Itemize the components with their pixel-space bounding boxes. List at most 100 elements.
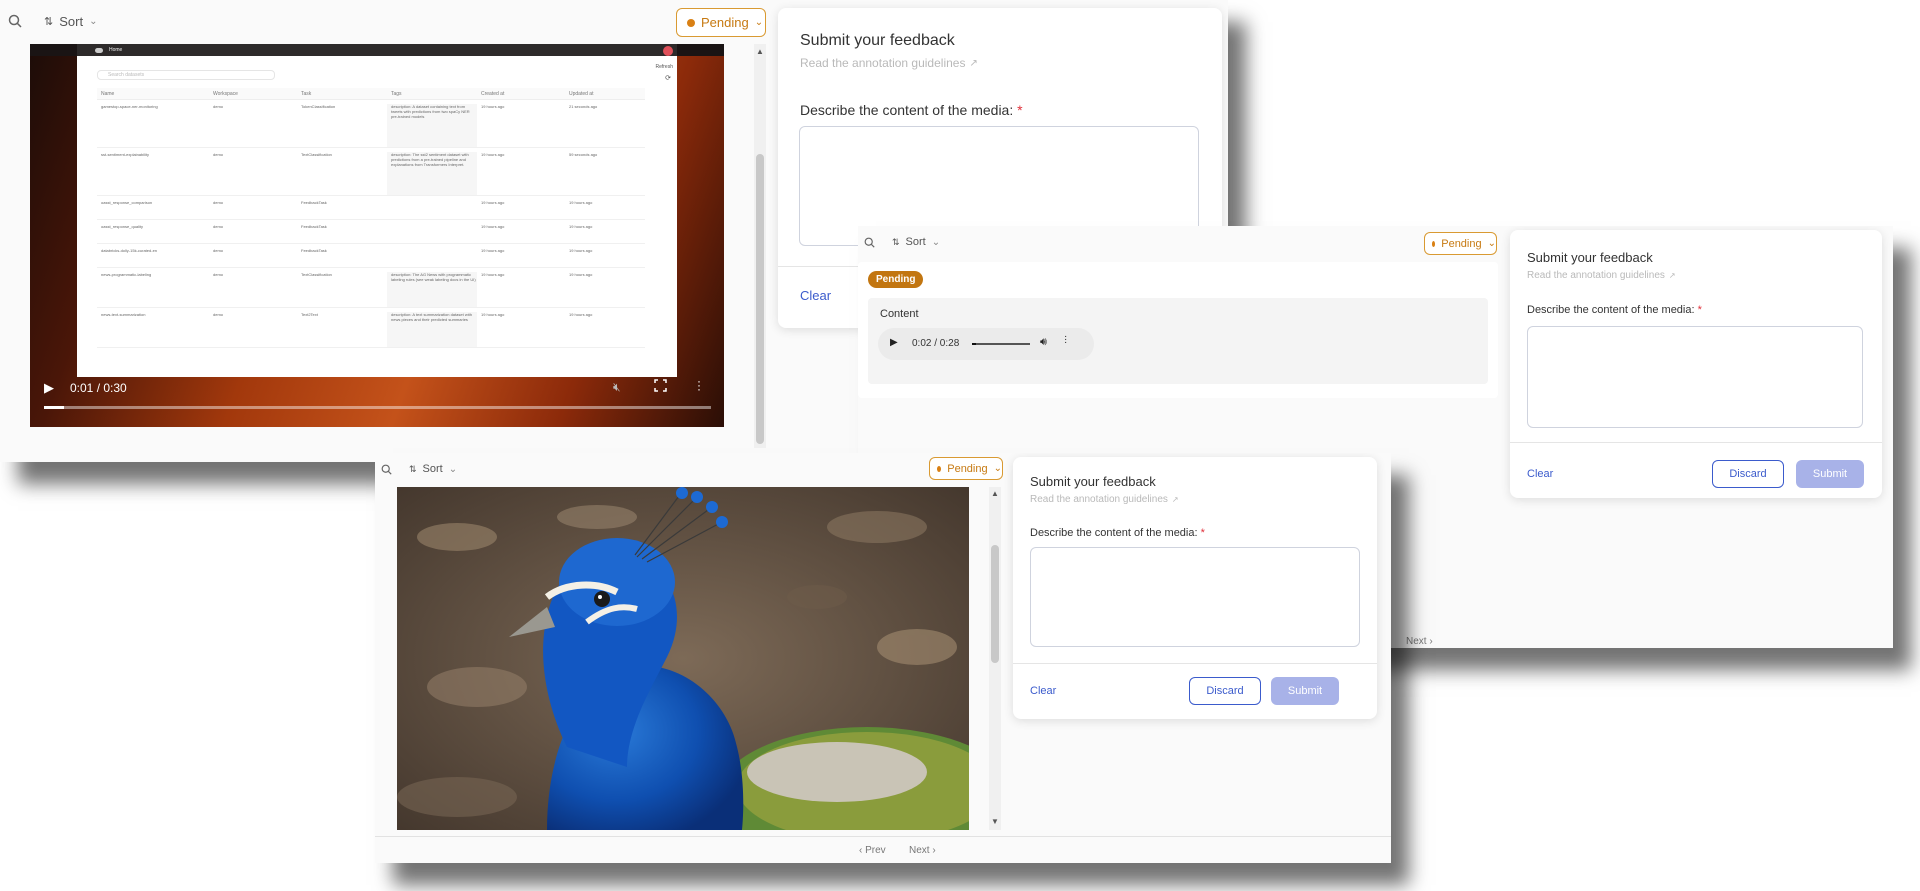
inner-avatar bbox=[663, 46, 673, 56]
inner-table-cell: 59 seconds ago bbox=[569, 152, 598, 157]
inner-table-cell: FeedbackTask bbox=[301, 200, 327, 205]
screenshot-image-record: ⇅ Sort ⌄ Pending ⌄ ▲ ▼ ‹ Prev Next › Sub… bbox=[375, 453, 1391, 863]
inner-table-row: news-text-summarization demo Text2Text desc… bbox=[97, 308, 645, 348]
inner-table-cell: 19 hours ago bbox=[481, 152, 505, 157]
clear-button[interactable]: Clear bbox=[800, 288, 831, 303]
feedback-form-card: Submit your feedback Read the annotation… bbox=[1510, 230, 1882, 498]
scroll-up-arrow[interactable]: ▲ bbox=[991, 489, 999, 498]
status-filter-pending[interactable]: Pending ⌄ bbox=[1424, 232, 1497, 255]
guidelines-link[interactable]: Read the annotation guidelines ↗ bbox=[1030, 494, 1179, 505]
video-progress-track[interactable] bbox=[44, 406, 711, 409]
record-card: Pending Content ▶ 0:02 / 0:28 🔊︎ · · · bbox=[858, 262, 1498, 398]
volume-icon[interactable]: 🔊︎ bbox=[1040, 336, 1047, 349]
inner-column-header: Workspace bbox=[213, 91, 238, 97]
submit-button[interactable]: Submit bbox=[1796, 460, 1864, 488]
status-filter-pending[interactable]: Pending ⌄ bbox=[929, 457, 1003, 480]
chevron-down-icon: ⌄ bbox=[993, 463, 1002, 474]
pending-dot-icon bbox=[937, 465, 942, 472]
inner-table-cell: demo bbox=[213, 104, 224, 109]
more-options-icon[interactable]: · · · bbox=[697, 375, 701, 395]
inner-table-cell: description: The AG News with programmat… bbox=[387, 272, 477, 307]
inner-table-cell: gamestop-space-ner-monitoring bbox=[101, 104, 158, 109]
fullscreen-icon[interactable] bbox=[654, 379, 667, 392]
inner-table-cell: news-programmatic-labeling bbox=[101, 272, 152, 277]
inner-app-header: Home bbox=[77, 44, 677, 56]
inner-table-cell: TokenClassification bbox=[301, 104, 336, 109]
inner-table: Name Workspace Task Tags Created at Updated a… bbox=[97, 88, 645, 348]
content-label: Content bbox=[880, 308, 919, 320]
clear-button[interactable]: Clear bbox=[1527, 468, 1553, 480]
more-options-icon[interactable]: · · · bbox=[1064, 332, 1067, 348]
inner-table-cell: FeedbackTask bbox=[301, 248, 327, 253]
inner-table-cell: demo bbox=[213, 248, 224, 253]
sort-button[interactable]: ⇅ Sort ⌄ bbox=[892, 236, 940, 248]
submit-button[interactable]: Submit bbox=[1271, 677, 1339, 705]
video-player[interactable]: Home Search datasets Refresh ⟳ Name Works… bbox=[30, 44, 724, 427]
inner-table-row: oasst_response_quality demo FeedbackTask 19… bbox=[97, 220, 645, 244]
search-icon[interactable] bbox=[864, 237, 875, 248]
inner-table-cell: TextClassification bbox=[301, 272, 332, 277]
media-description-textarea[interactable] bbox=[1030, 547, 1360, 647]
form-footer bbox=[1013, 663, 1377, 664]
sort-button[interactable]: ⇅ Sort ⌄ bbox=[44, 14, 97, 29]
inner-table-cell: description: A text summarization datase… bbox=[387, 312, 477, 347]
chevron-down-icon: ⌄ bbox=[89, 16, 98, 27]
inner-column-header: Task bbox=[301, 91, 312, 97]
record-scrollbar[interactable]: ▲ bbox=[754, 44, 766, 448]
status-filter-pending[interactable]: Pending ⌄ bbox=[676, 8, 766, 37]
search-icon[interactable] bbox=[8, 14, 22, 28]
chevron-down-icon: ⌄ bbox=[931, 236, 941, 248]
status-badge: Pending bbox=[868, 271, 924, 288]
audio-progress-track[interactable] bbox=[972, 343, 1030, 345]
media-description-textarea[interactable] bbox=[1527, 326, 1863, 428]
pagination-bar: ‹ Prev Next › bbox=[375, 836, 1391, 863]
inner-table-cell: oasst_response_comparison bbox=[101, 200, 153, 205]
peacock-image bbox=[397, 487, 969, 830]
inner-table-cell: demo bbox=[213, 272, 224, 277]
guidelines-link[interactable]: Read the annotation guidelines ↗ bbox=[1527, 270, 1676, 281]
inner-table-cell: TextClassification bbox=[301, 152, 332, 157]
form-title: Submit your feedback bbox=[1030, 474, 1156, 489]
inner-table-cell: 19 hours ago bbox=[481, 200, 505, 205]
clear-button[interactable]: Clear bbox=[1030, 685, 1056, 697]
prev-button[interactable]: ‹ Prev bbox=[859, 845, 886, 856]
discard-button[interactable]: Discard bbox=[1189, 677, 1261, 705]
form-title: Submit your feedback bbox=[800, 32, 955, 49]
inner-table-cell: demo bbox=[213, 224, 224, 229]
scroll-thumb[interactable] bbox=[756, 154, 764, 444]
inner-table-cell: 19 hours ago bbox=[569, 200, 593, 205]
inner-column-header: Tags bbox=[391, 91, 402, 97]
inner-table-cell: FeedbackTask bbox=[301, 224, 327, 229]
audio-player[interactable]: ▶ 0:02 / 0:28 🔊︎ · · · bbox=[878, 328, 1094, 360]
next-button[interactable]: Next › bbox=[1406, 636, 1433, 647]
inner-table-cell: 19 hours ago bbox=[569, 248, 593, 253]
sort-button[interactable]: ⇅ Sort ⌄ bbox=[409, 463, 457, 475]
record-scrollbar[interactable]: ▲ ▼ bbox=[989, 487, 1001, 830]
inner-table-cell: 19 hours ago bbox=[569, 272, 593, 277]
audio-time: 0:02 / 0:28 bbox=[912, 338, 960, 349]
form-title: Submit your feedback bbox=[1527, 250, 1653, 265]
search-icon[interactable] bbox=[381, 464, 392, 475]
video-time: 0:01 / 0:30 bbox=[70, 381, 127, 395]
scroll-up-arrow[interactable]: ▲ bbox=[756, 47, 764, 56]
pending-dot-icon bbox=[687, 18, 695, 27]
next-button[interactable]: Next › bbox=[909, 845, 936, 856]
guidelines-link[interactable]: Read the annotation guidelines ↗ bbox=[800, 56, 978, 70]
video-play-button[interactable]: ▶ bbox=[44, 380, 54, 396]
chevron-down-icon: ⌄ bbox=[1487, 238, 1496, 249]
mute-icon[interactable]: 🔇︎ bbox=[613, 380, 621, 395]
pending-dot-icon bbox=[1432, 240, 1436, 247]
inner-refresh: Refresh bbox=[655, 64, 673, 70]
inner-column-header: Name bbox=[101, 91, 115, 97]
inner-column-header: Updated at bbox=[569, 91, 594, 97]
scroll-down-arrow[interactable]: ▼ bbox=[991, 817, 999, 826]
audio-play-button[interactable]: ▶ bbox=[890, 337, 898, 348]
inner-table-row: gamestop-space-ner-monitoring demo TokenCl… bbox=[97, 100, 645, 148]
form-footer bbox=[1510, 442, 1882, 443]
scroll-thumb[interactable] bbox=[991, 545, 999, 663]
discard-button[interactable]: Discard bbox=[1712, 460, 1784, 488]
inner-logo-icon bbox=[95, 47, 103, 53]
inner-table-cell bbox=[387, 248, 477, 267]
inner-search: Search datasets bbox=[97, 70, 275, 80]
inner-table-cell: Text2Text bbox=[301, 312, 318, 317]
